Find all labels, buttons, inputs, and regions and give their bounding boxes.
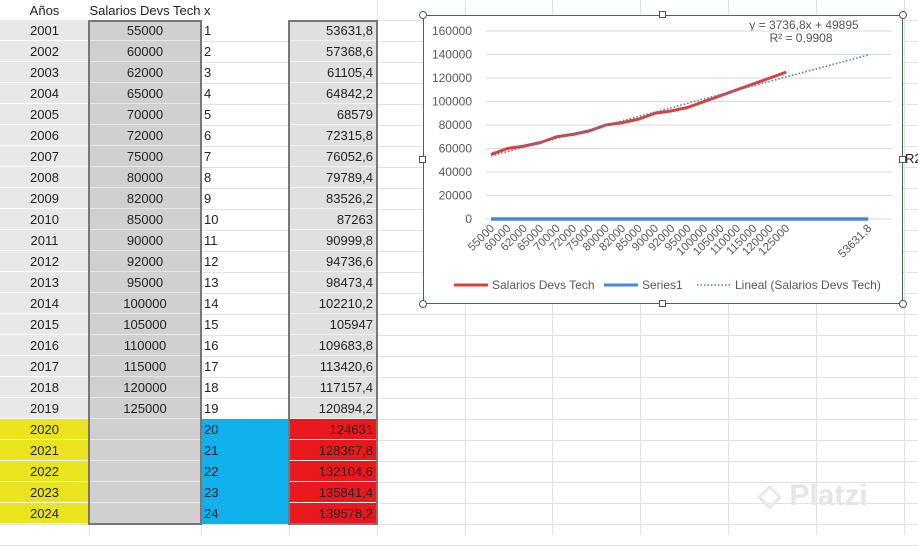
cell-x[interactable]: 5: [201, 104, 289, 125]
cell-year[interactable]: 2010: [0, 209, 89, 230]
selection-range-b: [88, 20, 202, 525]
legend-trendline: Lineal (Salarios Devs Tech): [735, 278, 881, 292]
cell-x[interactable]: 9: [201, 188, 289, 209]
cell-x[interactable]: 16: [201, 335, 289, 356]
selection-range-d: [288, 20, 378, 525]
chart-resize-handle[interactable]: [419, 11, 427, 19]
series-line-salarios: [491, 72, 786, 154]
y-tick-label: 60000: [439, 142, 473, 156]
header-x[interactable]: x: [201, 0, 289, 21]
cell-x[interactable]: 1: [201, 20, 289, 41]
cell-x[interactable]: 12: [201, 251, 289, 272]
trendline-equation: y = 3736,8x + 49895: [749, 18, 859, 32]
chart-resize-handle[interactable]: [419, 156, 426, 163]
platzi-watermark: ◇ Platzi: [758, 478, 868, 513]
cell-x[interactable]: 7: [201, 146, 289, 167]
chart-resize-handle[interactable]: [659, 11, 666, 18]
cell-x[interactable]: 24: [201, 503, 289, 524]
header-years[interactable]: Años: [0, 0, 89, 21]
y-tick-label: 120000: [432, 71, 472, 85]
legend-salarios: Salarios Devs Tech: [492, 278, 595, 292]
chart-resize-handle[interactable]: [659, 300, 666, 307]
cell-year[interactable]: 2001: [0, 20, 89, 41]
cell-x[interactable]: 19: [201, 398, 289, 419]
cell-x[interactable]: 4: [201, 83, 289, 104]
chart[interactable]: y = 3736,8x + 49895 R² = 0,9908 0 20000 40…: [423, 15, 903, 304]
cell-year[interactable]: 2004: [0, 83, 89, 104]
cell-year[interactable]: 2024: [0, 503, 89, 524]
cell-year[interactable]: 2021: [0, 440, 89, 461]
cell-x[interactable]: 23: [201, 482, 289, 503]
cell-year[interactable]: 2005: [0, 104, 89, 125]
chart-resize-handle[interactable]: [899, 300, 907, 308]
y-tick-label: 140000: [432, 48, 472, 62]
cell-x[interactable]: 22: [201, 461, 289, 482]
chart-svg: y = 3736,8x + 49895 R² = 0,9908 0 20000 40…: [424, 16, 902, 303]
cell-year[interactable]: 2003: [0, 62, 89, 83]
cell-x[interactable]: 14: [201, 293, 289, 314]
cell-year[interactable]: 2002: [0, 41, 89, 62]
cell-year[interactable]: 2009: [0, 188, 89, 209]
cell-year[interactable]: 2016: [0, 335, 89, 356]
y-tick-label: 80000: [439, 118, 473, 132]
cell-x[interactable]: 6: [201, 125, 289, 146]
chart-resize-handle[interactable]: [899, 11, 907, 19]
chart-resize-handle[interactable]: [419, 300, 427, 308]
cell-x[interactable]: 17: [201, 356, 289, 377]
cell-year[interactable]: 2017: [0, 356, 89, 377]
cell-year[interactable]: 2008: [0, 167, 89, 188]
cell-year[interactable]: 2020: [0, 419, 89, 440]
cell-x[interactable]: 2: [201, 41, 289, 62]
side-label: R2: [905, 148, 918, 169]
header-salaries[interactable]: Salarios Devs Tech: [89, 0, 201, 21]
cell-year[interactable]: 2019: [0, 398, 89, 419]
cell-year[interactable]: 2022: [0, 461, 89, 482]
cell-x[interactable]: 11: [201, 230, 289, 251]
y-tick-label: 160000: [432, 24, 472, 38]
cell-x[interactable]: 21: [201, 440, 289, 461]
cell-year[interactable]: 2013: [0, 272, 89, 293]
cell-x[interactable]: 10: [201, 209, 289, 230]
cell-x[interactable]: 15: [201, 314, 289, 335]
cell-year[interactable]: 2012: [0, 251, 89, 272]
cell-x[interactable]: 13: [201, 272, 289, 293]
trendline-r2: R² = 0,9908: [769, 31, 832, 45]
column-gridline: [904, 0, 905, 535]
cell-year[interactable]: 2015: [0, 314, 89, 335]
cell-year[interactable]: 2007: [0, 146, 89, 167]
y-tick-label: 20000: [439, 189, 473, 203]
cell-x[interactable]: 8: [201, 167, 289, 188]
x-tick-label: 53631,8: [836, 223, 874, 261]
y-tick-label: 40000: [439, 165, 473, 179]
cell-x[interactable]: 20: [201, 419, 289, 440]
cell-x[interactable]: 3: [201, 62, 289, 83]
cell-year[interactable]: 2006: [0, 125, 89, 146]
cell-year[interactable]: 2023: [0, 482, 89, 503]
cell-year[interactable]: 2018: [0, 377, 89, 398]
trendline: [491, 55, 868, 156]
cell-year[interactable]: 2014: [0, 293, 89, 314]
y-tick-label: 100000: [432, 95, 472, 109]
chart-resize-handle[interactable]: [899, 156, 906, 163]
cell-year[interactable]: 2011: [0, 230, 89, 251]
legend-series1: Series1: [642, 278, 683, 292]
cell-x[interactable]: 18: [201, 377, 289, 398]
y-tick-label: 0: [465, 212, 472, 226]
header-prediction[interactable]: [289, 0, 377, 21]
